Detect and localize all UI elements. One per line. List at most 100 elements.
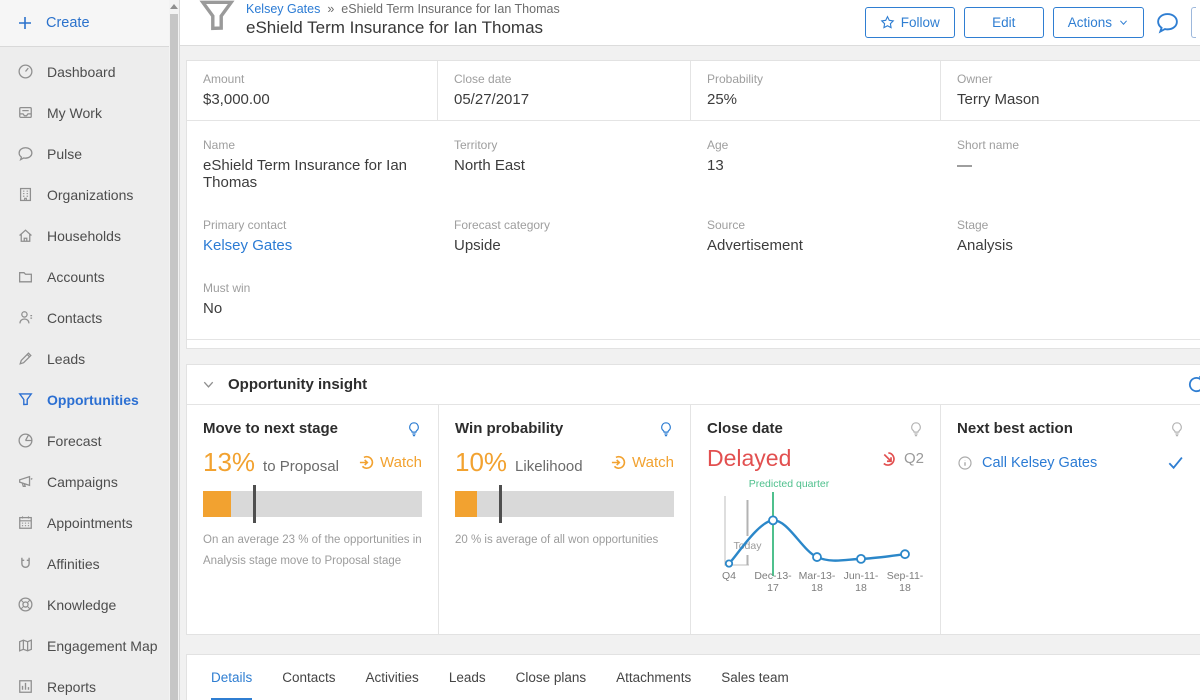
stage-progress-bar <box>203 491 422 517</box>
field-label: Owner <box>957 72 1185 86</box>
card-title: Next best action <box>957 420 1073 437</box>
refresh-icon[interactable] <box>1187 375 1200 394</box>
lightbulb-icon[interactable] <box>1169 421 1185 437</box>
scroll-up-arrow-icon[interactable] <box>170 4 178 9</box>
lightbulb-icon[interactable] <box>658 421 674 437</box>
field-close-date: Close date05/27/2017 <box>438 61 691 120</box>
follow-button[interactable]: Follow <box>865 7 955 38</box>
card-title: Win probability <box>455 420 563 437</box>
details-row-3: Primary contact Kelsey Gates Forecast cat… <box>187 201 1200 264</box>
stage-move-suffix: to Proposal <box>263 458 339 475</box>
card-title: Move to next stage <box>203 420 338 437</box>
field-short-name: Short name— <box>941 121 1200 201</box>
sidebar-item-label: Accounts <box>47 269 105 285</box>
sidebar-item-organizations[interactable]: Organizations <box>0 174 179 215</box>
field-forecast-category: Forecast categoryUpside <box>438 201 691 264</box>
sidebar-item-knowledge[interactable]: Knowledge <box>0 584 179 625</box>
tab-details[interactable]: Details <box>211 655 252 700</box>
sidebar: Create Dashboard My Work Pulse Organizat… <box>0 0 180 700</box>
sidebar-item-pulse[interactable]: Pulse <box>0 133 179 174</box>
sidebar-item-label: Pulse <box>47 146 82 162</box>
sidebar-item-label: Appointments <box>47 515 133 531</box>
watch-button[interactable]: Watch <box>610 454 674 471</box>
delay-arrow-icon <box>880 450 898 468</box>
tab-contacts[interactable]: Contacts <box>282 655 335 700</box>
pie-icon <box>17 432 34 449</box>
watch-button[interactable]: Watch <box>358 454 422 471</box>
sidebar-item-label: Opportunities <box>47 392 139 408</box>
collapse-chevron-icon[interactable] <box>201 377 216 392</box>
benchmark-marker <box>499 485 502 523</box>
bar-chart-icon <box>17 678 34 695</box>
next-best-action-link[interactable]: Call Kelsey Gates <box>982 455 1097 471</box>
sidebar-item-reports[interactable]: Reports <box>0 666 179 700</box>
breadcrumb: Kelsey Gates » eShield Term Insurance fo… <box>246 2 560 16</box>
tab-activities[interactable]: Activities <box>366 655 419 700</box>
sidebar-item-label: Knowledge <box>47 597 116 613</box>
sidebar-item-contacts[interactable]: Contacts <box>0 297 179 338</box>
edit-button[interactable]: Edit <box>964 7 1044 38</box>
field-label: Primary contact <box>203 218 422 232</box>
sidebar-item-dashboard[interactable]: Dashboard <box>0 51 179 92</box>
field-label: Age <box>707 138 925 152</box>
progress-fill <box>203 491 231 517</box>
lightbulb-icon[interactable] <box>908 421 924 437</box>
chat-icon[interactable] <box>1155 10 1180 35</box>
sidebar-nav: Dashboard My Work Pulse Organizations Ho… <box>0 47 179 700</box>
svg-text:Sep-11-18: Sep-11-18 <box>887 570 924 594</box>
field-value: 13 <box>707 157 925 174</box>
actions-button[interactable]: Actions <box>1053 7 1144 38</box>
sidebar-item-affinities[interactable]: Affinities <box>0 543 179 584</box>
scrollbar-thumb[interactable] <box>170 14 178 700</box>
insight-card-win-probability: Win probability 10% Likelihood Watch 20 … <box>439 405 691 634</box>
field-value: Analysis <box>957 237 1185 254</box>
benchmark-marker <box>253 485 256 523</box>
details-row-2: NameeShield Term Insurance for Ian Thoma… <box>187 121 1200 201</box>
record-header: Kelsey Gates » eShield Term Insurance fo… <box>180 0 1200 46</box>
tab-leads[interactable]: Leads <box>449 655 486 700</box>
opportunity-insight-section: Opportunity insight Move to next stage 1… <box>186 364 1200 635</box>
accept-check-icon[interactable] <box>1166 453 1185 472</box>
tray-icon <box>17 104 34 121</box>
insight-header: Opportunity insight <box>187 365 1200 405</box>
field-value: Terry Mason <box>957 91 1185 108</box>
svg-text:Predicted quarter: Predicted quarter <box>749 478 830 490</box>
folder-icon <box>17 268 34 285</box>
field-primary-contact: Primary contact Kelsey Gates <box>187 201 438 264</box>
sidebar-item-opportunities[interactable]: Opportunities <box>0 379 179 420</box>
field-value: Upside <box>454 237 675 254</box>
sidebar-item-appointments[interactable]: Appointments <box>0 502 179 543</box>
lightbulb-icon[interactable] <box>406 421 422 437</box>
tab-close-plans[interactable]: Close plans <box>516 655 587 700</box>
tab-attachments[interactable]: Attachments <box>616 655 691 700</box>
sidebar-create-button[interactable]: Create <box>0 0 179 47</box>
opportunity-funnel-icon <box>196 0 238 39</box>
sidebar-item-forecast[interactable]: Forecast <box>0 420 179 461</box>
sidebar-item-households[interactable]: Households <box>0 215 179 256</box>
primary-contact-link[interactable]: Kelsey Gates <box>203 237 422 254</box>
info-icon[interactable] <box>957 455 973 471</box>
magnet-icon <box>17 555 34 572</box>
sidebar-item-label: Leads <box>47 351 85 367</box>
card-title: Close date <box>707 420 783 437</box>
cutoff-button-edge <box>1191 7 1196 38</box>
sidebar-item-leads[interactable]: Leads <box>0 338 179 379</box>
gauge-icon <box>17 63 34 80</box>
insight-card-close-date: Close date Delayed Q2 Predicted quarterT… <box>691 405 941 634</box>
sidebar-item-engagement-map[interactable]: Engagement Map <box>0 625 179 666</box>
sidebar-item-campaigns[interactable]: Campaigns <box>0 461 179 502</box>
sidebar-item-label: Forecast <box>47 433 101 449</box>
sidebar-scrollbar[interactable] <box>169 0 179 700</box>
svg-text:Mar-13-18: Mar-13-18 <box>799 570 836 594</box>
follow-label: Follow <box>901 15 940 30</box>
breadcrumb-link[interactable]: Kelsey Gates <box>246 2 320 16</box>
person-icon <box>17 309 34 326</box>
field-value: North East <box>454 157 675 174</box>
tab-sales-team[interactable]: Sales team <box>721 655 789 700</box>
sidebar-item-label: Dashboard <box>47 64 116 80</box>
field-age: Age 13 <box>691 121 941 201</box>
sidebar-item-my-work[interactable]: My Work <box>0 92 179 133</box>
sidebar-item-accounts[interactable]: Accounts <box>0 256 179 297</box>
field-stage: StageAnalysis <box>941 201 1200 264</box>
details-card: Amount$3,000.00 Close date05/27/2017 Pro… <box>186 60 1200 349</box>
